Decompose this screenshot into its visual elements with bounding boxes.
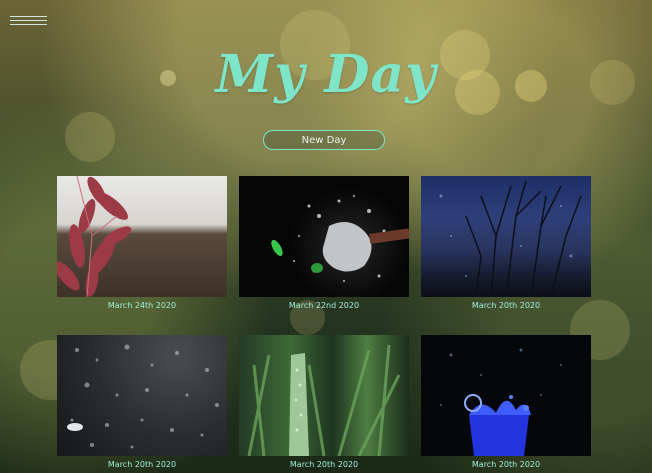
card-date: March 20th 2020 xyxy=(471,301,541,310)
bokeh-light xyxy=(65,112,115,162)
day-photo xyxy=(421,335,591,456)
day-card[interactable]: March 22nd 2020 xyxy=(239,176,409,312)
menu-line xyxy=(10,20,47,21)
day-photo xyxy=(239,176,409,297)
day-card[interactable]: March 20th 2020 xyxy=(421,176,591,312)
page-title: My Day xyxy=(215,44,437,105)
day-photo xyxy=(57,335,227,456)
card-date: March 22nd 2020 xyxy=(288,301,360,310)
day-photo xyxy=(421,176,591,297)
card-date: March 20th 2020 xyxy=(289,460,359,469)
card-date: March 20th 2020 xyxy=(107,460,177,469)
day-card[interactable]: March 24th 2020 xyxy=(57,176,227,312)
day-card[interactable]: March 20th 2020 xyxy=(421,335,591,471)
new-day-button[interactable]: New Day xyxy=(263,130,385,150)
menu-line xyxy=(10,24,47,25)
hamburger-menu-icon[interactable] xyxy=(10,14,47,28)
menu-line xyxy=(10,16,47,17)
card-date: March 20th 2020 xyxy=(471,460,541,469)
card-date: March 24th 2020 xyxy=(107,301,177,310)
day-photo xyxy=(239,335,409,456)
day-card[interactable]: March 20th 2020 xyxy=(239,335,409,471)
day-photo xyxy=(57,176,227,297)
day-card[interactable]: March 20th 2020 xyxy=(57,335,227,471)
